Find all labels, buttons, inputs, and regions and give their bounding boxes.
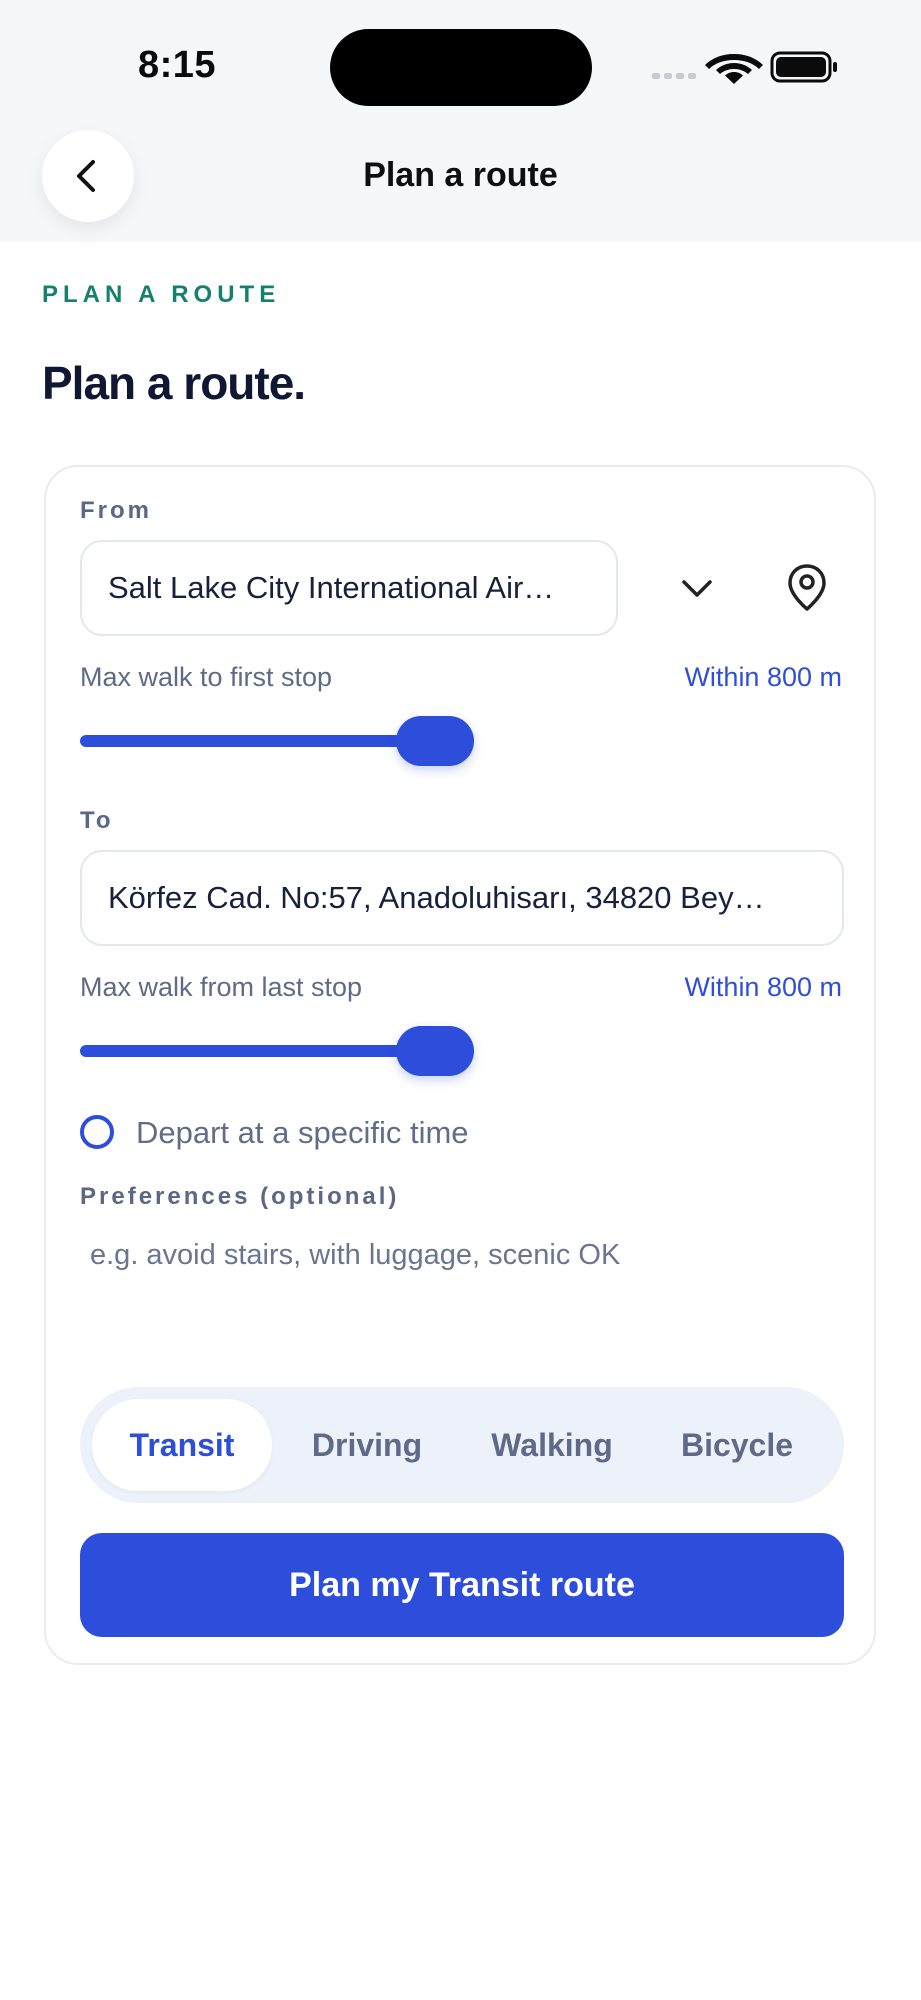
mode-tab-walking[interactable]: Walking [462, 1399, 642, 1491]
map-pin-icon [788, 564, 826, 611]
navigation-bar: Plan a route [0, 120, 921, 242]
from-walk-label: Max walk to first stop [80, 662, 333, 692]
plan-route-button[interactable]: Plan my Transit route [80, 1533, 844, 1637]
mode-tab-bicycle[interactable]: Bicycle [647, 1399, 827, 1491]
status-icons [652, 51, 837, 84]
nav-title: Plan a route [363, 156, 558, 194]
chevron-down-icon [682, 580, 712, 597]
page-heading: Plan a route. [42, 357, 306, 409]
from-walk-value: Within 800 m [684, 662, 842, 692]
depart-time-label[interactable]: Depart at a specific time [136, 1115, 469, 1151]
from-dropdown-button[interactable] [662, 553, 732, 623]
preferences-label: Preferences (optional) [80, 1183, 400, 1210]
dynamic-island [330, 29, 592, 106]
to-input[interactable]: Körfez Cad. No:57, Anadoluhisarı, 34820 … [80, 850, 844, 946]
mode-tab-transit[interactable]: Transit [92, 1399, 272, 1491]
wifi-icon [705, 54, 763, 84]
to-walk-value: Within 800 m [684, 972, 842, 1002]
from-walk-slider-thumb[interactable] [396, 716, 474, 766]
cellular-signal-icon [652, 73, 696, 79]
to-walk-slider-thumb[interactable] [396, 1026, 474, 1076]
mode-tab-driving[interactable]: Driving [277, 1399, 457, 1491]
depart-time-radio[interactable] [80, 1115, 114, 1149]
to-walk-label: Max walk from last stop [80, 972, 363, 1002]
current-location-button[interactable] [772, 553, 842, 623]
from-label: From [80, 497, 152, 524]
route-form-card: From Salt Lake City International Air… M… [44, 465, 876, 1665]
to-label: To [80, 807, 114, 834]
travel-mode-selector: Transit Driving Walking Bicycle [80, 1387, 844, 1503]
from-input[interactable]: Salt Lake City International Air… [80, 540, 618, 636]
status-time: 8:15 [138, 44, 217, 86]
status-bar: 8:15 [0, 0, 921, 120]
battery-icon [770, 51, 837, 83]
section-eyebrow: PLAN A ROUTE [42, 281, 281, 308]
preferences-input[interactable]: e.g. avoid stairs, with luggage, scenic … [90, 1239, 620, 1272]
